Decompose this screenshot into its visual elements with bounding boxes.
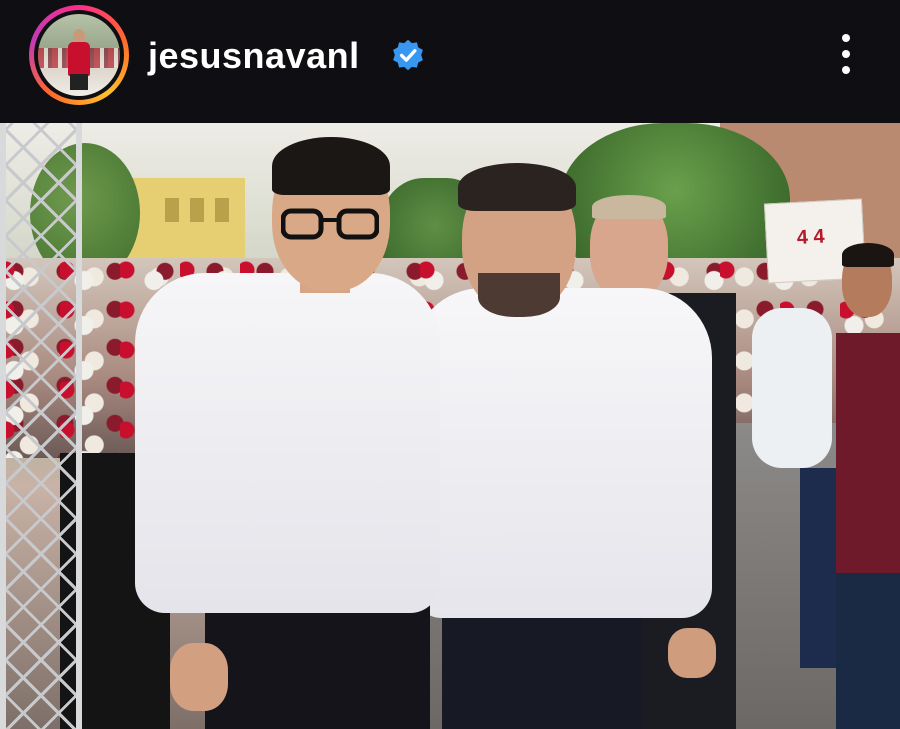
photo-person-right-hand xyxy=(668,628,716,678)
photo-person-hair xyxy=(592,195,666,219)
more-dot-icon xyxy=(842,66,850,74)
photo-person-pants xyxy=(836,573,900,729)
more-dot-icon xyxy=(842,50,850,58)
photo-window xyxy=(165,198,179,222)
more-dot-icon xyxy=(842,34,850,42)
username-link[interactable]: jesusnavanl xyxy=(148,34,360,78)
avatar-person-head xyxy=(73,29,85,43)
avatar-person-legs xyxy=(70,74,88,90)
photo-person-left-hair xyxy=(272,137,390,195)
photo-person-right-hair xyxy=(458,163,576,211)
photo-person-left-hand xyxy=(170,643,228,711)
more-options-button[interactable] xyxy=(830,30,862,78)
photo-person-background xyxy=(752,308,832,468)
photo-window xyxy=(190,198,204,222)
photo-person-left-shirt xyxy=(135,273,440,613)
avatar-inner xyxy=(34,10,124,100)
photo-window xyxy=(215,198,229,222)
verified-badge-icon xyxy=(393,39,423,71)
avatar-person-vest xyxy=(68,42,90,76)
avatar-photo xyxy=(38,14,120,96)
post-header: jesusnavanl xyxy=(0,0,900,122)
photo-person-right-beard xyxy=(478,273,560,317)
photo-person-background-hair xyxy=(842,243,894,267)
profile-avatar[interactable] xyxy=(29,5,129,105)
post-photo[interactable]: 4 4 xyxy=(0,123,900,729)
photo-stage-truss xyxy=(0,123,82,729)
photo-person-background-legs xyxy=(800,468,840,668)
photo-glasses-icon xyxy=(281,208,379,240)
photo-person-right-shirt xyxy=(412,288,712,618)
photo-banner-text: 4 4 xyxy=(796,225,826,249)
